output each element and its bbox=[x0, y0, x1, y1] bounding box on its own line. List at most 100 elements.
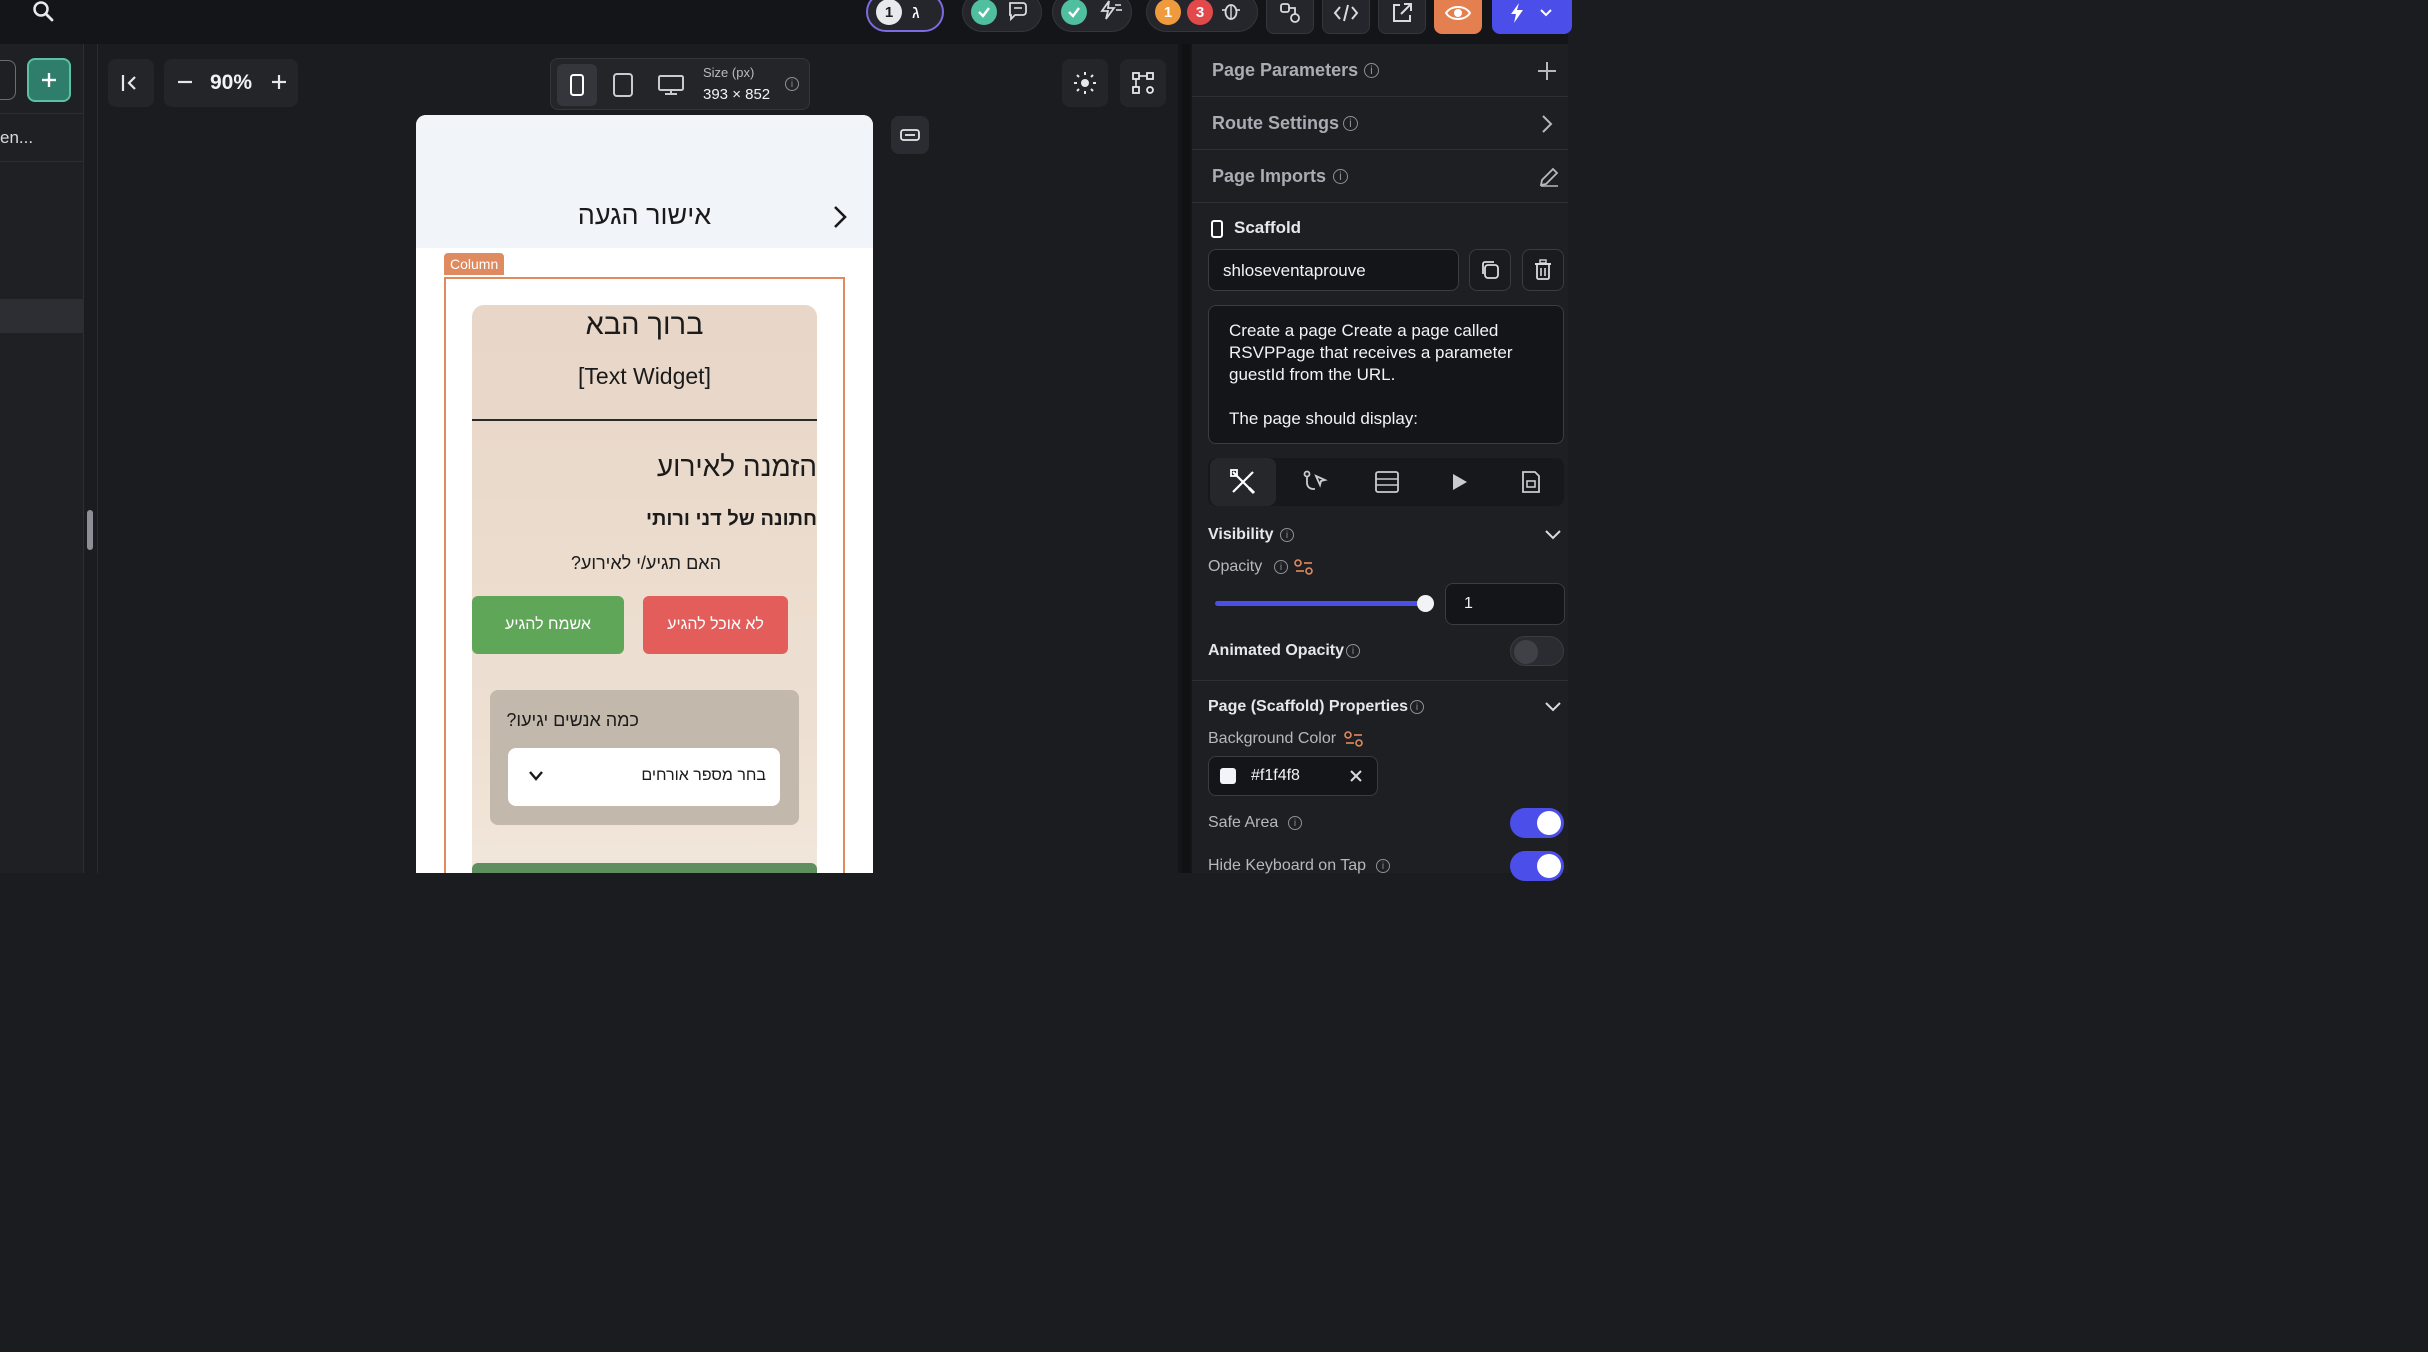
info-icon[interactable]: i bbox=[1410, 700, 1424, 714]
widget-tree-panel: en... bbox=[0, 44, 84, 873]
variable-icon[interactable] bbox=[1294, 558, 1314, 581]
tree-item-label: en... bbox=[0, 128, 34, 147]
theme-toggle-button[interactable] bbox=[1062, 59, 1108, 107]
collaborator-glyph: ג bbox=[912, 1, 920, 22]
page-imports-label: Page Imports bbox=[1212, 165, 1327, 186]
chevron-down-icon bbox=[528, 769, 544, 783]
run-button[interactable] bbox=[1492, 0, 1572, 34]
info-icon[interactable]: i bbox=[1364, 62, 1379, 78]
chevron-down-icon[interactable] bbox=[1544, 700, 1562, 719]
actions-pill[interactable] bbox=[1052, 0, 1132, 32]
chevron-right-icon[interactable] bbox=[830, 203, 850, 231]
info-icon[interactable]: i bbox=[1288, 816, 1302, 830]
size-value[interactable]: 393 × 852 bbox=[703, 86, 770, 103]
opacity-slider-thumb[interactable] bbox=[1417, 595, 1434, 612]
panel-divider-right bbox=[1178, 44, 1192, 873]
submit-button[interactable] bbox=[472, 863, 817, 873]
menu-icon[interactable] bbox=[0, 0, 6, 22]
app-bar[interactable]: אישור הגעה bbox=[416, 115, 873, 248]
rsvp-card: ברוך הבא [Text Widget] הזמנה לאירוע חתונ… bbox=[472, 305, 817, 873]
background-color-value: #f1f4f8 bbox=[1251, 767, 1300, 784]
tab-backend-query[interactable] bbox=[1354, 458, 1420, 506]
info-icon[interactable]: i bbox=[1274, 560, 1288, 574]
page-imports-section[interactable]: Page Imports i bbox=[1192, 150, 1568, 203]
safe-area-toggle[interactable] bbox=[1510, 808, 1564, 838]
comments-pill[interactable] bbox=[962, 0, 1042, 32]
zoom-out-icon[interactable] bbox=[174, 71, 196, 93]
route-settings-label: Route Settings bbox=[1212, 112, 1340, 133]
share-flow-button[interactable] bbox=[1266, 0, 1314, 34]
background-color-input[interactable]: #f1f4f8 bbox=[1208, 756, 1378, 796]
desktop-device-button[interactable] bbox=[651, 64, 691, 106]
info-icon[interactable]: i bbox=[785, 77, 799, 91]
attend-no-button[interactable]: לא אוכל להגיע bbox=[643, 596, 788, 654]
hide-keyboard-toggle[interactable] bbox=[1510, 851, 1564, 881]
search-icon[interactable] bbox=[30, 0, 56, 24]
page-description-textarea[interactable]: Create a page Create a page called RSVPP… bbox=[1208, 305, 1564, 444]
resize-handle[interactable] bbox=[1182, 44, 1190, 873]
tab-actions[interactable] bbox=[1282, 458, 1348, 506]
add-icon[interactable] bbox=[1536, 60, 1558, 87]
delete-button[interactable] bbox=[1522, 249, 1564, 291]
toggle-knob bbox=[1537, 854, 1561, 878]
phone-device-button[interactable] bbox=[557, 64, 597, 106]
clear-icon[interactable] bbox=[1349, 769, 1363, 788]
chevron-right-icon[interactable] bbox=[1540, 113, 1554, 140]
text-widget-placeholder[interactable]: [Text Widget] bbox=[472, 363, 817, 390]
visibility-label: Visibility bbox=[1208, 526, 1274, 543]
collaborators-pill[interactable]: 1 ג bbox=[866, 0, 944, 32]
opacity-input[interactable]: 1 bbox=[1445, 583, 1565, 625]
zoom-level[interactable]: 90% bbox=[210, 71, 252, 95]
page-parameters-section[interactable]: Page Parameters i bbox=[1192, 44, 1568, 97]
page-name-input[interactable]: shloseventaprouve bbox=[1208, 249, 1459, 291]
code-view-button[interactable] bbox=[1322, 0, 1370, 34]
tab-page-state[interactable] bbox=[1498, 458, 1564, 506]
animated-opacity-toggle[interactable] bbox=[1510, 636, 1564, 666]
info-icon[interactable]: i bbox=[1376, 859, 1390, 873]
chevron-down-icon[interactable] bbox=[1544, 528, 1562, 547]
widget-settings-button[interactable] bbox=[1120, 59, 1166, 107]
device-size-toolbar: Size (px) 393 × 852 i bbox=[550, 58, 810, 110]
panel-divider bbox=[84, 44, 98, 873]
animated-opacity-label: Animated Opacity bbox=[1208, 642, 1345, 659]
route-settings-section[interactable]: Route Settings i bbox=[1192, 97, 1568, 150]
pencil-icon[interactable] bbox=[1538, 166, 1560, 193]
tab-animations[interactable] bbox=[1426, 458, 1492, 506]
guests-dropdown[interactable]: בחר מספר אורחים bbox=[508, 748, 780, 806]
resize-handle[interactable] bbox=[87, 510, 93, 550]
info-icon[interactable]: i bbox=[1346, 644, 1360, 658]
attend-yes-button[interactable]: אשמח להגיע bbox=[472, 596, 624, 654]
zoom-in-icon[interactable] bbox=[268, 71, 290, 93]
check-icon bbox=[971, 0, 997, 25]
collapse-panel-button[interactable] bbox=[108, 59, 154, 107]
variable-icon[interactable] bbox=[1344, 730, 1364, 753]
guests-card: כמה אנשים יגיעו? בחר מספר אורחים bbox=[490, 690, 799, 825]
tree-item-selected[interactable] bbox=[0, 299, 84, 333]
error-count-badge: 3 bbox=[1187, 0, 1213, 25]
color-swatch[interactable] bbox=[1220, 768, 1236, 784]
info-icon[interactable]: i bbox=[1343, 115, 1358, 131]
tree-item[interactable]: en... bbox=[0, 114, 84, 162]
phone-preview: אישור הגעה Column ברוך הבא [Text Widget]… bbox=[416, 115, 873, 873]
toggle-knob bbox=[1537, 811, 1561, 835]
attendance-question: האם תגיע/י לאירוע? bbox=[570, 553, 721, 573]
panel-toggle-button[interactable] bbox=[0, 60, 16, 100]
duplicate-button[interactable] bbox=[1469, 249, 1511, 291]
issues-pill[interactable]: 1 3 bbox=[1146, 0, 1258, 32]
flash-icon bbox=[1097, 0, 1123, 26]
preview-button[interactable] bbox=[1434, 0, 1482, 34]
bug-icon bbox=[1219, 0, 1243, 27]
appbar-title: אישור הגעה bbox=[577, 200, 712, 230]
description-line-1: Create a page Create a page called RSVPP… bbox=[1229, 321, 1513, 384]
add-widget-button[interactable] bbox=[27, 58, 71, 102]
opacity-slider-track[interactable] bbox=[1215, 601, 1425, 606]
info-icon[interactable]: i bbox=[1333, 168, 1348, 184]
open-external-button[interactable] bbox=[1378, 0, 1426, 34]
hide-keyboard-label: Hide Keyboard on Tap bbox=[1208, 857, 1367, 874]
tablet-device-button[interactable] bbox=[605, 64, 641, 106]
text-field-icon[interactable] bbox=[891, 116, 929, 154]
tab-properties[interactable] bbox=[1210, 458, 1276, 506]
page-parameters-label: Page Parameters bbox=[1212, 59, 1359, 80]
safe-area-label: Safe Area bbox=[1208, 814, 1279, 831]
info-icon[interactable]: i bbox=[1280, 528, 1294, 542]
